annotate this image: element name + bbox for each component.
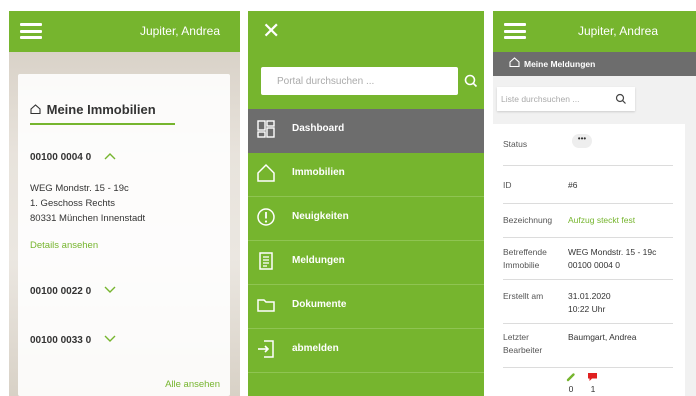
menu-label: abmelden xyxy=(292,343,339,354)
status-row: Status ••• xyxy=(503,124,673,166)
field-label: Status xyxy=(503,139,528,149)
view-all-link[interactable]: Alle ansehen xyxy=(165,379,220,390)
address-line: 1. Geschoss Rechts xyxy=(30,198,116,209)
app-header: Jupiter, Andrea xyxy=(9,11,240,52)
menu-item-dokumente[interactable]: Dokumente xyxy=(248,285,484,329)
reports-screen: Jupiter, Andrea Meine Meldungen Status •… xyxy=(493,11,696,396)
menu-label: Dashboard xyxy=(292,123,345,134)
field-label-line: Betreffende xyxy=(503,247,547,257)
field-label: ID xyxy=(503,180,512,190)
field-label: Betreffende Immobilie xyxy=(503,246,547,272)
field-value-line: 31.01.2020 xyxy=(568,291,611,301)
title-underline xyxy=(30,123,175,125)
menu-item-abmelden[interactable]: abmelden xyxy=(248,329,484,373)
property-address: WEG Mondstr. 15 - 19c 1. Geschoss Rechts… xyxy=(30,181,145,226)
dashboard-screen: Jupiter, Andrea Meine Immobilien 00100 0… xyxy=(9,11,240,396)
menu-item-neuigkeiten[interactable]: Neuigkeiten xyxy=(248,197,484,241)
breadcrumb-title: Meine Meldungen xyxy=(524,59,596,69)
user-name[interactable]: Jupiter, Andrea xyxy=(578,24,658,38)
field-value: #6 xyxy=(568,180,578,190)
field-value: Aufzug steckt fest xyxy=(568,215,636,225)
field-value-line: 10:22 Uhr xyxy=(568,304,606,314)
chevron-down-icon[interactable] xyxy=(104,286,116,297)
portal-search-input[interactable] xyxy=(261,67,458,95)
navigation-menu: ✕ Dashboard Immobilien Neuigkeiten Meldu… xyxy=(248,11,484,396)
id-row: ID #6 xyxy=(503,166,673,204)
alert-circle-icon xyxy=(257,208,275,226)
property-row: Betreffende Immobilie WEG Mondstr. 15 - 1… xyxy=(503,238,673,280)
menu-icon[interactable] xyxy=(20,23,42,39)
house-icon xyxy=(257,163,275,182)
attachment-icon[interactable] xyxy=(566,372,576,382)
field-value: 31.01.2020 10:22 Uhr xyxy=(568,290,611,316)
property-id: 00100 0022 0 xyxy=(30,286,92,297)
field-label-line: Letzter xyxy=(503,332,529,342)
menu-label: Immobilien xyxy=(292,167,345,178)
logout-icon xyxy=(258,340,274,358)
field-value: WEG Mondstr. 15 - 19c 00100 0004 0 xyxy=(568,246,656,272)
properties-card: Meine Immobilien 00100 0004 0 WEG Mondst… xyxy=(18,74,230,396)
property-id: 00100 0004 0 xyxy=(30,152,92,163)
comment-count: 1 xyxy=(590,384,596,394)
attachment-count: 0 xyxy=(568,384,574,394)
field-label-line: Immobilie xyxy=(503,260,540,270)
property-id: 00100 0033 0 xyxy=(30,335,92,346)
address-line: 80331 München Innenstadt xyxy=(30,213,146,224)
property-item[interactable]: 00100 0033 0 xyxy=(30,335,116,346)
field-label: Bezeichnung xyxy=(503,215,553,225)
status-dots-icon[interactable]: ••• xyxy=(572,134,592,148)
search-icon[interactable] xyxy=(615,93,627,105)
chevron-down-icon[interactable] xyxy=(104,335,116,346)
field-value-line: 00100 0004 0 xyxy=(568,260,620,270)
field-label: Letzter Bearbeiter xyxy=(503,331,542,357)
app-header: Jupiter, Andrea xyxy=(493,11,696,52)
dashboard-icon xyxy=(257,120,275,138)
card-title: Meine Immobilien xyxy=(30,102,156,117)
search-icon[interactable] xyxy=(463,73,479,89)
field-value-line: WEG Mondstr. 15 - 19c xyxy=(568,247,657,257)
editor-row: Letzter Bearbeiter Baumgart, Andrea xyxy=(503,324,673,368)
house-icon xyxy=(509,57,520,70)
menu-label: Dokumente xyxy=(292,299,347,310)
menu-item-meldungen[interactable]: Meldungen xyxy=(248,241,484,285)
address-line: WEG Mondstr. 15 - 19c xyxy=(30,183,129,194)
menu-item-dashboard[interactable]: Dashboard xyxy=(248,109,484,153)
created-row: Erstellt am 31.01.2020 10:22 Uhr xyxy=(503,280,673,324)
field-label: Erstellt am xyxy=(503,291,544,301)
close-icon[interactable]: ✕ xyxy=(262,20,280,42)
menu-icon[interactable] xyxy=(504,23,526,39)
title-row: Bezeichnung Aufzug steckt fest xyxy=(503,204,673,238)
house-icon xyxy=(30,102,41,117)
details-link[interactable]: Details ansehen xyxy=(30,240,98,251)
breadcrumb: Meine Meldungen xyxy=(493,52,696,76)
field-value: Baumgart, Andrea xyxy=(568,332,637,342)
user-name[interactable]: Jupiter, Andrea xyxy=(140,24,220,38)
field-label-line: Bearbeiter xyxy=(503,345,543,355)
nav-menu: Dashboard Immobilien Neuigkeiten Meldung… xyxy=(248,109,484,373)
folder-icon xyxy=(257,299,275,312)
report-detail: Status ••• ID #6 Bezeichnung Aufzug stec… xyxy=(493,124,685,396)
property-item[interactable]: 00100 0022 0 xyxy=(30,286,116,297)
menu-label: Meldungen xyxy=(292,255,345,266)
menu-label: Neuigkeiten xyxy=(292,211,349,222)
menu-item-immobilien[interactable]: Immobilien xyxy=(248,153,484,197)
card-title-text: Meine Immobilien xyxy=(46,102,156,117)
comment-icon[interactable] xyxy=(587,372,598,382)
chevron-up-icon[interactable] xyxy=(104,152,116,163)
document-list-icon xyxy=(259,252,273,270)
property-item[interactable]: 00100 0004 0 xyxy=(30,152,116,163)
